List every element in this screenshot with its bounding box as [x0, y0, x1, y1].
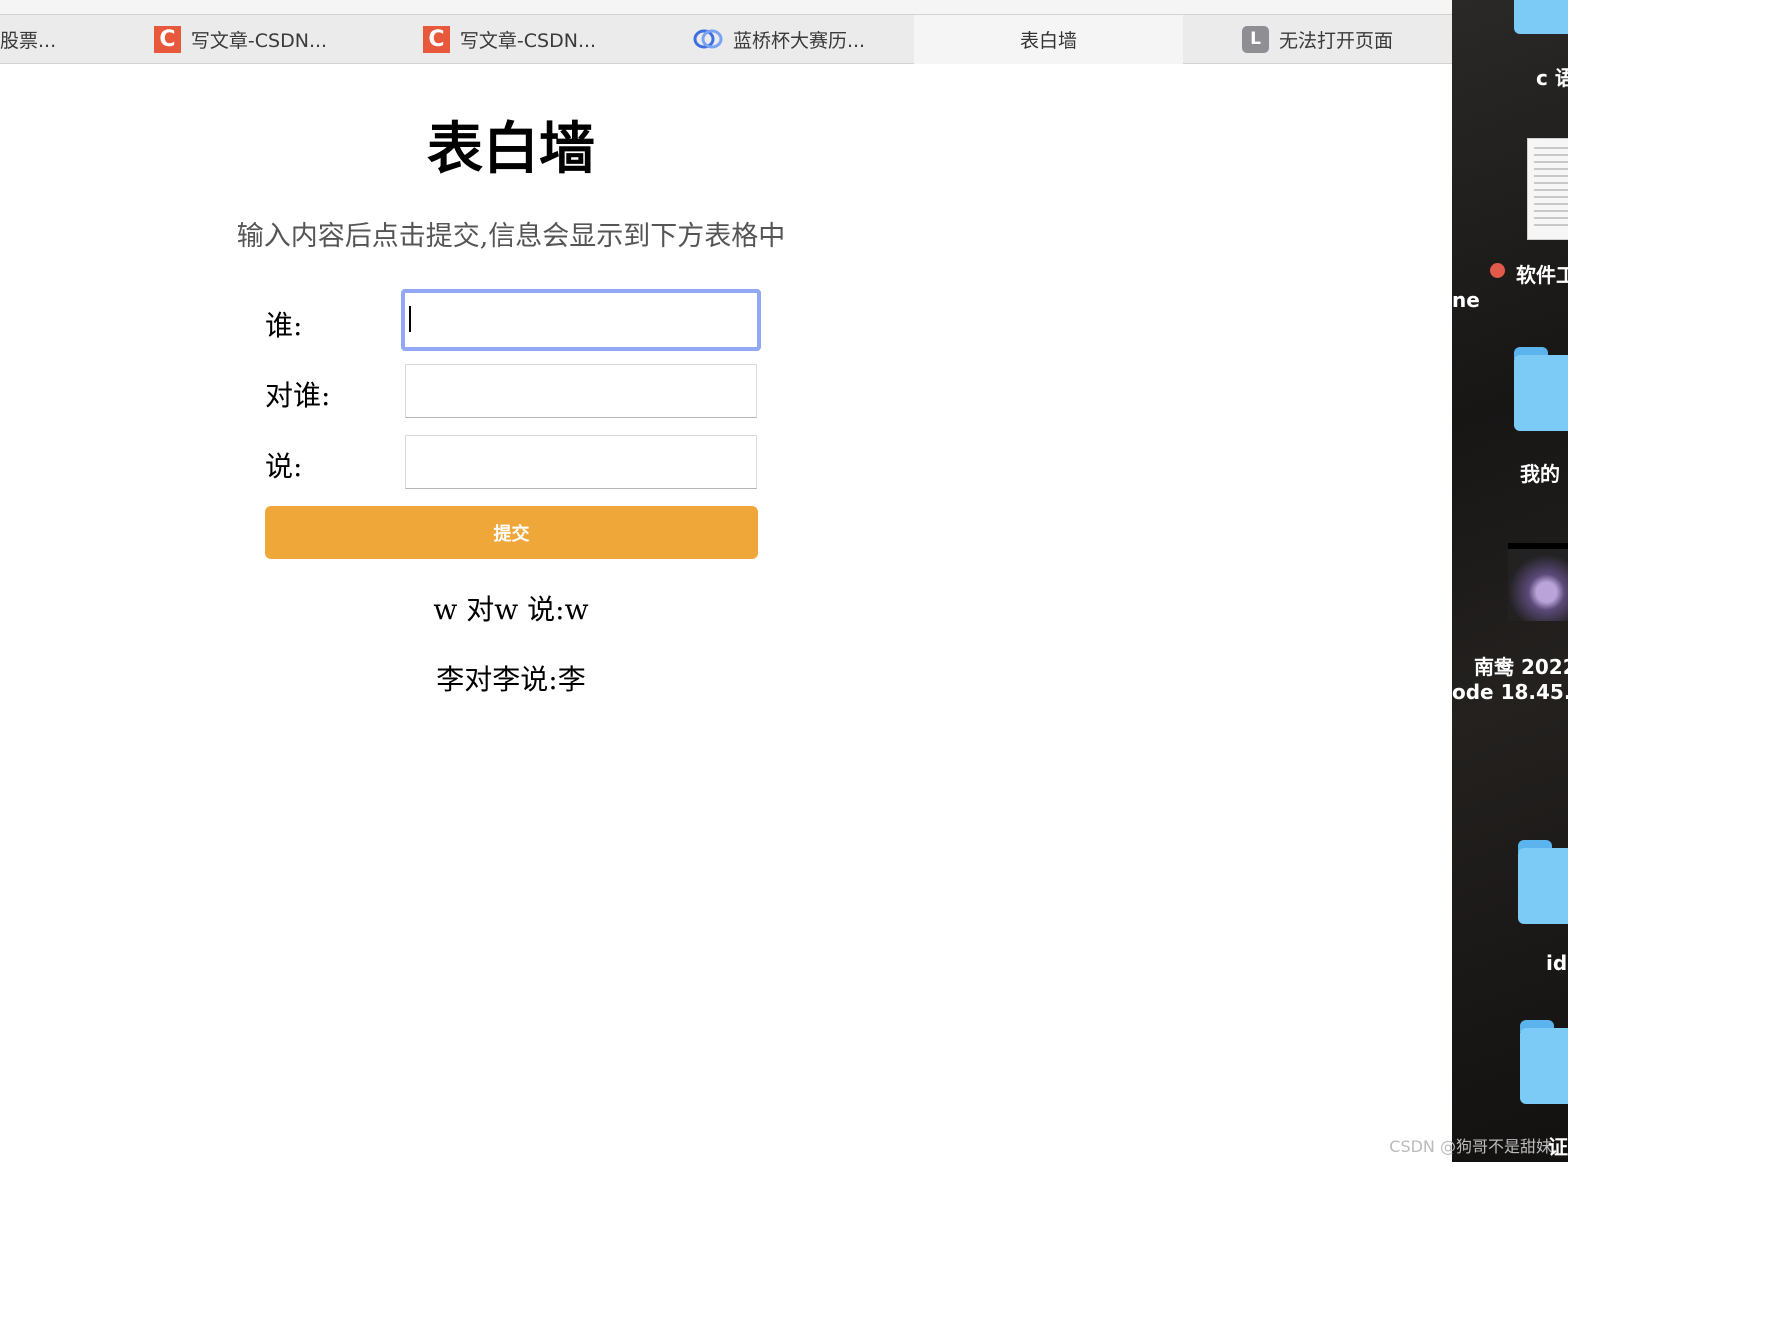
tab-label: 写文章-CSDN...: [190, 29, 328, 52]
spreadsheet-thumbnail-icon[interactable]: [1527, 138, 1568, 240]
tab-label: 蓝桥杯大赛历...: [732, 29, 866, 52]
text-caret: [409, 306, 411, 332]
desktop-item-label: ne: [1452, 288, 1480, 312]
to-input[interactable]: [405, 364, 757, 418]
tab-label: 表白墙: [1019, 30, 1077, 52]
tab-label: 写文章-CSDN...: [459, 29, 597, 52]
folder-icon[interactable]: [1520, 1020, 1568, 1104]
desktop-item-label: id: [1546, 951, 1568, 975]
from-input[interactable]: [401, 289, 761, 351]
tab-stocks[interactable]: 股票...: [0, 14, 107, 64]
error-page-icon: L: [1241, 25, 1269, 53]
message-row: 说:: [265, 435, 758, 491]
desktop-background: c 语 软件工 ne 我的 南鸯 2022 ode 18.45.2 id 证: [1452, 0, 1568, 1162]
from-row: 谁:: [265, 289, 761, 351]
desktop-item-label: 软件工: [1516, 263, 1568, 287]
to-label: 对谁:: [265, 379, 331, 412]
tab-label: 无法打开页面: [1278, 29, 1393, 52]
csdn-icon: C: [422, 25, 450, 53]
red-tag-icon: [1490, 263, 1505, 278]
video-thumbnail-icon[interactable]: [1508, 543, 1568, 621]
submit-button[interactable]: 提交: [265, 506, 758, 559]
tab-lanqiao[interactable]: 蓝桥杯大赛历...: [644, 14, 915, 64]
page-title: 表白墙: [427, 116, 595, 182]
message-label: 说:: [265, 450, 303, 483]
desktop-item-label: ode 18.45.2: [1452, 680, 1568, 704]
from-label: 谁:: [265, 309, 303, 342]
desktop-item-label: 南鸯 2022: [1474, 655, 1568, 679]
message-entry: w 对w 说:w: [433, 593, 589, 626]
to-row: 对谁:: [265, 364, 758, 420]
page-subtitle: 输入内容后点击提交,信息会显示到下方表格中: [236, 221, 786, 252]
lanqiao-icon: [693, 26, 723, 53]
tab-cannot-open-page[interactable]: L 无法打开页面: [1183, 14, 1453, 64]
folder-icon[interactable]: [1514, 0, 1568, 34]
message-input[interactable]: [405, 435, 757, 489]
folder-icon[interactable]: [1518, 840, 1568, 924]
tab-csdn-write-2[interactable]: C 写文章-CSDN...: [375, 14, 645, 64]
tab-label: 股票...: [0, 29, 57, 52]
browser-tab-bar: 股票... C 写文章-CSDN... C 写文章-CSDN... 蓝桥杯大赛历…: [0, 0, 1453, 64]
desktop-item-label: 我的: [1520, 462, 1560, 486]
folder-icon[interactable]: [1514, 347, 1568, 431]
desktop-item-label: c 语: [1536, 66, 1568, 90]
tab-csdn-write-1[interactable]: C 写文章-CSDN...: [106, 14, 376, 64]
message-entry: 李对李说:李: [436, 663, 586, 696]
tab-confession-wall[interactable]: 表白墙: [914, 14, 1184, 64]
confession-wall-page: 表白墙 输入内容后点击提交,信息会显示到下方表格中 谁: 对谁: 说: 提交 w…: [0, 64, 1452, 1162]
csdn-watermark: CSDN @狗哥不是甜妹: [1389, 1137, 1552, 1156]
csdn-icon: C: [153, 25, 181, 53]
